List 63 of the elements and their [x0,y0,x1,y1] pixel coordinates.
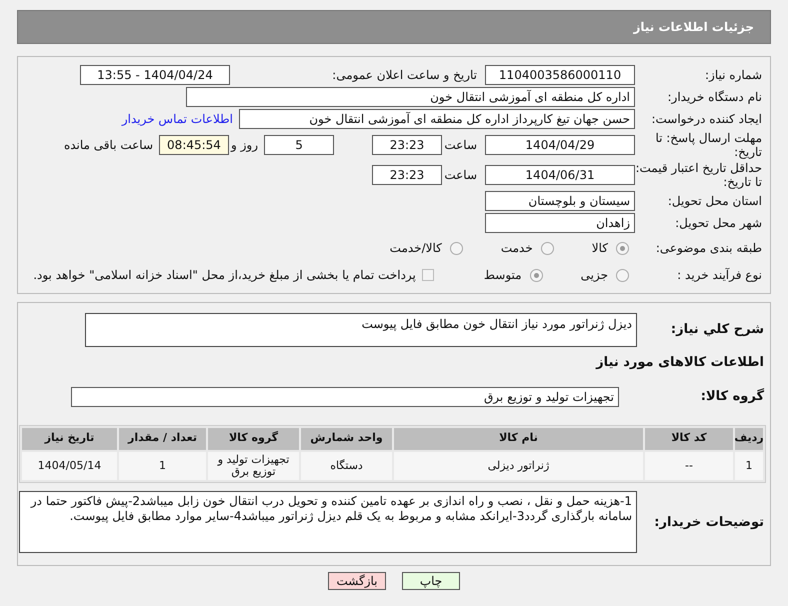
text-field[interactable]: سیستان و بلوچستان [485,191,635,211]
text-field[interactable]: زاهدان [485,213,635,233]
text-field[interactable]: 23:23 [372,135,442,155]
radio-button[interactable] [616,268,629,282]
text-field[interactable]: اداره کل منطقه ای آموزشی انتقال خون [186,87,635,107]
print-button[interactable]: چاپ [402,572,460,590]
checkbox[interactable] [422,269,434,281]
table-cell: تجهیزات تولید و توزیع برق [208,452,299,480]
column-header: کد کالا [645,428,733,450]
page-header: جزئیات اطلاعات نیاز [17,10,771,44]
field-label: شرح کلي نياز: [670,323,764,337]
radio-label: متوسط [484,267,522,284]
countdown-field[interactable]: 08:45:54 [159,135,229,155]
field-label: مهلت ارسال پاسخ: تا تاریخ: [654,131,762,159]
field-label: طبقه بندی موضوعی: [654,241,762,255]
radio-label: خدمت [500,240,533,257]
field-label: استان محل تحویل: [666,194,762,208]
column-header: ردیف [735,428,763,450]
checkbox-label: پرداخت تمام یا بخشی از مبلغ خرید،از محل "اسناد خزانه اسلامی" خواهد بود. [33,267,416,284]
description-field[interactable]: دیزل ژنراتور مورد نیاز انتقال خون مطابق فایل پیوست [85,313,637,347]
section-heading: اطلاعات کالاهای مورد نیاز [594,354,764,372]
contact-link[interactable]: اطلاعات تماس خریدار [122,110,233,128]
text-field[interactable]: 1404/04/29 [485,135,635,155]
table-cell: 1404/05/14 [22,452,117,480]
column-header: تاریخ نیاز [22,428,117,450]
radio-button[interactable] [450,242,463,254]
field-label: ساعت [443,137,478,154]
table-cell: 1 [735,452,763,480]
notes-field[interactable]: 1-هزینه حمل و نقل ، نصب و راه اندازی بر عهده تامین کننده و تحویل درب انتقال خون زابل میباشد2-پیش فاکتور حتما در سامانه بارگذاری گردد3-ایرانکد مشابه و مربوط به یک قلم دیزل ژنراتور میباشد4-سایر موارد مطابق فایل پیوست. [19,490,637,552]
column-header: گروه کالا [208,428,299,450]
field-label: ساعت [443,167,478,184]
text-field[interactable]: تجهیزات تولید و توزیع برق [71,386,619,406]
radio-button[interactable] [616,242,629,254]
field-label: ساعت باقی مانده [64,137,154,154]
text-field[interactable]: 23:23 [372,165,442,185]
field-label: شهر محل تحویل: [674,216,762,230]
radio-button[interactable] [540,242,554,254]
text-field[interactable]: 5 [264,135,334,155]
radio-label: جزیی [580,267,608,284]
column-header: نام کالا [394,428,643,450]
column-header: واحد شمارش [301,428,392,450]
text-field[interactable]: حسن جهان تیغ کارپرداز اداره کل منطقه ای آموزشی انتقال خون [239,109,635,129]
table-cell: دستگاه [301,452,392,480]
text-field[interactable]: 1104003586000110 [485,65,635,85]
field-label: حداقل تاریخ اعتبار قیمت: تا تاریخ: [635,161,762,189]
radio-label: کالا [592,240,608,257]
table-cell: ژنراتور دیزلی [394,452,643,480]
table-cell: 1 [119,452,206,480]
field-label: روز و [230,137,259,154]
field-label: شماره نیاز: [704,68,762,82]
back-button[interactable]: بازگشت [328,572,386,590]
field-label: گروه کالا: [700,390,764,404]
text-field[interactable]: 1404/06/31 [485,165,635,185]
radio-button[interactable] [530,268,543,282]
text-field[interactable]: 1404/04/24 - 13:55 [80,65,230,85]
radio-label: کالا/خدمت [390,240,442,257]
field-label: توضیحات خریدار: [654,514,764,530]
column-header: تعداد / مقدار [119,428,206,450]
table-cell: -- [645,452,733,480]
field-label: نوع فرآیند خرید : [676,268,762,282]
field-label: نام دستگاه خریدار: [666,90,762,104]
field-label: تاریخ و ساعت اعلان عمومی: [331,67,477,84]
field-label: ایجاد کننده درخواست: [650,112,762,126]
